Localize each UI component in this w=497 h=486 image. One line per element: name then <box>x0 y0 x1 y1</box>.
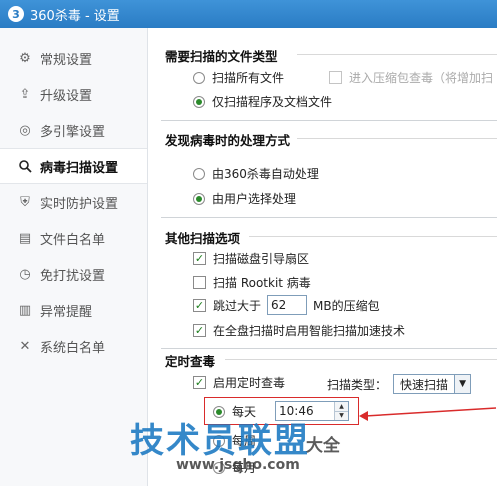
radio-label: 每月 <box>232 461 257 475</box>
search-icon <box>18 159 32 173</box>
sidebar-item-virus-scan[interactable]: 病毒扫描设置 <box>0 148 147 184</box>
radio-label: 每周 <box>232 434 257 448</box>
radio-label: 扫描所有文件 <box>212 71 285 85</box>
sidebar-item-update[interactable]: ⇪ 升级设置 <box>0 76 147 112</box>
chevron-down-icon: ▼ <box>454 375 471 393</box>
engine-icon: ◎ <box>19 122 31 138</box>
radio-indicator <box>193 192 205 205</box>
sidebar-item-system-whitelist[interactable]: ✕ 系统白名单 <box>0 328 147 364</box>
sidebar-item-label: 免打扰设置 <box>40 268 106 284</box>
section-title-file-types: 需要扫描的文件类型 <box>165 49 278 64</box>
app-logo-icon: 3 <box>8 6 24 22</box>
scan-type-group: 扫描类型： 快速扫描 ▼ <box>327 374 472 394</box>
shield-icon: ⛨ <box>20 194 30 210</box>
section-title-other-options: 其他扫描选项 <box>165 231 241 246</box>
highlight-box <box>204 397 359 425</box>
scan-type-value: 快速扫描 <box>400 377 449 392</box>
gear-icon: ⚙ <box>19 50 31 66</box>
window-title: 360杀毒 - 设置 <box>30 8 120 24</box>
section-rule <box>297 54 497 55</box>
sidebar-item-label: 文件白名单 <box>40 232 106 248</box>
document-icon: ▤ <box>18 230 32 246</box>
sidebar-item-file-whitelist[interactable]: ▤ 文件白名单 <box>0 220 147 256</box>
checkbox-enter-archives[interactable]: 进入压缩包查毒（将增加扫 <box>329 69 493 86</box>
radio-label: 由360杀毒自动处理 <box>212 167 319 181</box>
settings-sidebar: ⚙ 常规设置 ⇪ 升级设置 ◎ 多引擎设置 病毒扫描设置 ⛨ 实时防护设置 ▤ … <box>0 28 148 486</box>
checkbox-indicator: ✓ <box>193 252 206 265</box>
section-divider <box>161 120 497 121</box>
checkbox-label: 扫描磁盘引导扇区 <box>213 252 310 266</box>
section-divider <box>161 217 497 218</box>
section-rule <box>297 138 497 139</box>
settings-content: 需要扫描的文件类型 扫描所有文件 进入压缩包查毒（将增加扫 仅扫描程序及文档文件… <box>149 28 497 486</box>
scan-type-select[interactable]: 快速扫描 ▼ <box>393 374 472 394</box>
chart-icon: ▥ <box>18 302 32 318</box>
radio-indicator <box>213 461 225 474</box>
archive-size-input[interactable]: 62 <box>267 295 308 315</box>
sidebar-item-engines[interactable]: ◎ 多引擎设置 <box>0 112 147 148</box>
checkbox-rootkit[interactable]: 扫描 Rootkit 病毒 <box>193 274 311 291</box>
radio-scan-all[interactable]: 扫描所有文件 <box>193 69 284 86</box>
section-rule <box>249 236 497 237</box>
radio-user-handle[interactable]: 由用户选择处理 <box>193 190 296 207</box>
checkbox-indicator: ✓ <box>193 324 206 337</box>
sidebar-item-label: 常规设置 <box>40 52 93 68</box>
checkbox-label: 在全盘扫描时启用智能扫描加速技术 <box>213 324 406 338</box>
sidebar-item-label: 升级设置 <box>40 88 93 104</box>
radio-label: 由用户选择处理 <box>212 192 297 206</box>
checkbox-indicator <box>193 276 206 289</box>
checkbox-skip-large-archives[interactable]: ✓ 跳过大于 62 MB的压缩包 <box>193 295 380 315</box>
checkbox-label: 进入压缩包查毒（将增加扫 <box>349 71 494 85</box>
radio-scan-programs[interactable]: 仅扫描程序及文档文件 <box>193 93 332 110</box>
sidebar-item-label: 系统白名单 <box>40 340 106 356</box>
radio-indicator <box>193 167 205 180</box>
checkbox-label: 跳过大于 <box>213 298 262 313</box>
radio-indicator <box>213 434 225 447</box>
radio-label: 仅扫描程序及文档文件 <box>212 95 333 109</box>
checkbox-indicator <box>329 71 342 84</box>
sidebar-item-label: 多引擎设置 <box>40 124 106 140</box>
radio-monthly[interactable]: 每月 <box>213 459 256 476</box>
sidebar-item-general[interactable]: ⚙ 常规设置 <box>0 40 147 76</box>
sidebar-item-alerts[interactable]: ▥ 异常提醒 <box>0 292 147 328</box>
section-title-virus-action: 发现病毒时的处理方式 <box>165 133 291 148</box>
radio-indicator <box>193 95 205 108</box>
checkbox-boot-sector[interactable]: ✓ 扫描磁盘引导扇区 <box>193 250 309 267</box>
section-divider <box>161 348 497 349</box>
annotation-arrow <box>359 407 497 421</box>
sidebar-item-label: 病毒扫描设置 <box>40 160 119 176</box>
title-bar: 3 360杀毒 - 设置 <box>0 0 497 28</box>
sidebar-item-label: 异常提醒 <box>40 304 93 320</box>
radio-weekly[interactable]: 每周 <box>213 432 256 449</box>
sidebar-item-label: 实时防护设置 <box>40 196 119 212</box>
checkbox-label: 扫描 Rootkit 病毒 <box>213 276 311 290</box>
section-title-scheduled-scan: 定时查毒 <box>165 354 216 369</box>
radio-auto-handle[interactable]: 由360杀毒自动处理 <box>193 165 319 182</box>
upload-icon: ⇪ <box>19 86 31 102</box>
checkbox-enable-schedule[interactable]: ✓ 启用定时查毒 <box>193 374 285 391</box>
section-rule <box>225 359 497 360</box>
checkbox-smart-accel[interactable]: ✓ 在全盘扫描时启用智能扫描加速技术 <box>193 322 405 339</box>
scan-type-label: 扫描类型： <box>327 377 388 392</box>
checkbox-indicator: ✓ <box>193 376 206 389</box>
size-unit-label: MB的压缩包 <box>313 298 380 313</box>
sidebar-item-realtime[interactable]: ⛨ 实时防护设置 <box>0 184 147 220</box>
radio-indicator <box>193 71 205 84</box>
quiet-icon: ◷ <box>19 266 31 282</box>
checkbox-indicator: ✓ <box>193 298 206 312</box>
checkbox-label: 启用定时查毒 <box>213 376 286 390</box>
tools-icon: ✕ <box>19 338 31 354</box>
sidebar-item-quiet[interactable]: ◷ 免打扰设置 <box>0 256 147 292</box>
